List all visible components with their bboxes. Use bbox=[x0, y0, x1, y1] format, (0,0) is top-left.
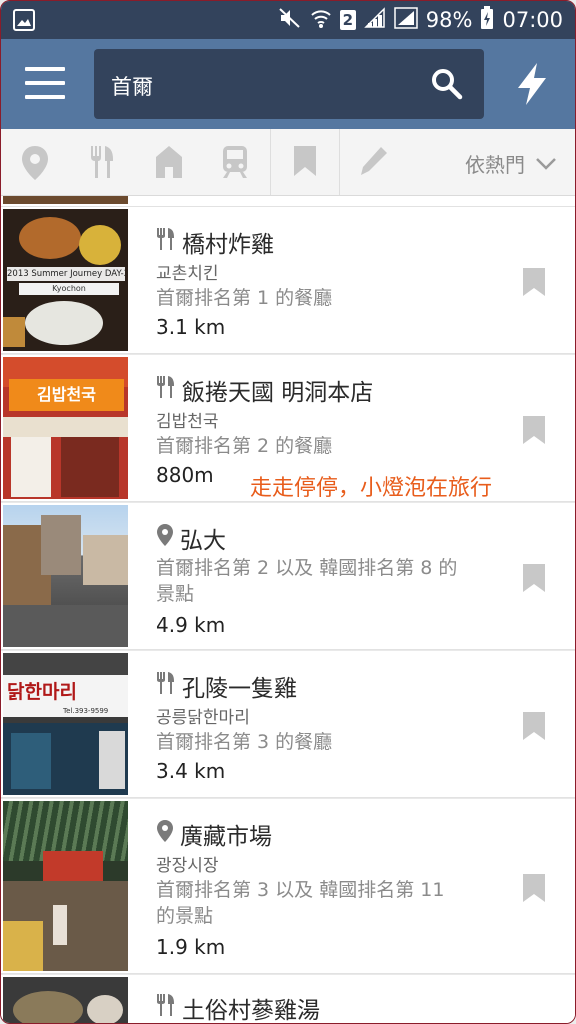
thumbnail-image: 2013 Summer Journey DAY-2 Kyochon bbox=[3, 209, 128, 351]
item-subtitle: 김밥천국 bbox=[156, 412, 219, 432]
search-icon[interactable] bbox=[430, 67, 464, 105]
hotel-filter-icon[interactable] bbox=[155, 145, 183, 183]
item-title-text: 廣藏市場 bbox=[180, 824, 272, 850]
battery-charging-icon bbox=[480, 5, 494, 35]
lightning-bolt-icon[interactable] bbox=[515, 63, 549, 109]
item-title-text: 弘大 bbox=[180, 528, 226, 554]
watermark-text: 走走停停，小燈泡在旅行 bbox=[250, 476, 493, 501]
list-item-partial-top bbox=[1, 196, 575, 207]
item-title: 橋村炸雞 bbox=[156, 225, 274, 259]
thumbnail-tel: Tel.393-9599 bbox=[63, 707, 109, 715]
item-distance: 4.9 km bbox=[156, 613, 226, 637]
item-title: 弘大 bbox=[156, 521, 226, 555]
item-title: 土俗村蔘雞湯 bbox=[156, 991, 320, 1024]
fork-knife-filter-icon[interactable] bbox=[89, 145, 115, 183]
thumbnail-image bbox=[3, 977, 128, 1023]
list-item-kyochon[interactable]: 2013 Summer Journey DAY-2 Kyochon 橋村炸雞 교… bbox=[1, 207, 575, 354]
fork-knife-icon bbox=[156, 375, 176, 405]
item-rank: 首爾排名第 3 以及 韓國排名第 11 的景點 bbox=[156, 879, 445, 927]
menu-button[interactable] bbox=[25, 67, 65, 101]
item-title-text: 孔陵一隻雞 bbox=[182, 676, 297, 702]
fork-knife-icon bbox=[156, 671, 176, 701]
gallery-notification-icon bbox=[13, 9, 35, 35]
map-pin-icon bbox=[156, 523, 174, 553]
bookmark-icon[interactable] bbox=[522, 415, 546, 449]
bookmark-icon[interactable] bbox=[522, 873, 546, 907]
map-pin-filter-icon[interactable] bbox=[21, 145, 49, 185]
hamburger-menu-icon bbox=[25, 67, 65, 71]
search-input[interactable]: 首爾 bbox=[94, 49, 484, 119]
item-subtitle: 광장시장 bbox=[156, 856, 219, 876]
bookmark-filter-icon[interactable] bbox=[293, 145, 317, 181]
signal-icon-2 bbox=[394, 6, 418, 34]
item-title: 孔陵一隻雞 bbox=[156, 669, 297, 703]
bookmark-icon[interactable] bbox=[522, 563, 546, 597]
filter-bar: 依熱門 bbox=[1, 129, 575, 196]
wifi-icon bbox=[310, 7, 332, 34]
filter-divider bbox=[270, 129, 271, 195]
item-subtitle: 공릉닭한마리 bbox=[156, 708, 250, 728]
sort-label: 依熱門 bbox=[465, 153, 525, 177]
item-title-text: 橋村炸雞 bbox=[182, 232, 274, 258]
item-distance: 3.4 km bbox=[156, 759, 226, 783]
filter-divider bbox=[339, 129, 340, 195]
item-distance: 1.9 km bbox=[156, 935, 226, 959]
pencil-edit-icon[interactable] bbox=[359, 145, 389, 181]
item-title-text: 土俗村蔘雞湯 bbox=[182, 998, 320, 1024]
list-item-tosokchon[interactable]: 土俗村蔘雞湯 bbox=[1, 975, 575, 1024]
app-bar: 首爾 bbox=[1, 39, 575, 129]
item-subtitle: 교촌치킨 bbox=[156, 264, 219, 284]
signal-icon bbox=[363, 6, 386, 34]
thumbnail-sign: Kyochon bbox=[19, 283, 119, 295]
bookmark-icon[interactable] bbox=[522, 267, 546, 301]
thumbnail-image: 김밥천국 bbox=[3, 357, 128, 499]
item-title: 飯捲天國 明洞本店 bbox=[156, 373, 373, 407]
item-title: 廣藏市場 bbox=[156, 817, 272, 851]
list-item-gwangjang-market[interactable]: 廣藏市場 광장시장 首爾排名第 3 以及 韓國排名第 11 的景點 1.9 km bbox=[1, 799, 575, 974]
item-rank: 首爾排名第 3 的餐廳 bbox=[156, 731, 333, 753]
item-rank: 首爾排名第 2 以及 韓國排名第 8 的景點 bbox=[156, 557, 458, 605]
mute-icon bbox=[278, 7, 302, 34]
item-rank: 首爾排名第 1 的餐廳 bbox=[156, 287, 333, 309]
map-pin-icon bbox=[156, 819, 174, 849]
fork-knife-icon bbox=[156, 993, 176, 1023]
bookmark-icon[interactable] bbox=[522, 711, 546, 745]
thumbnail-image bbox=[3, 505, 128, 647]
status-bar: 2 98% 07:00 bbox=[1, 1, 575, 39]
thumbnail-caption: 2013 Summer Journey DAY-2 bbox=[7, 267, 125, 281]
thumbnail-image bbox=[3, 801, 128, 971]
item-distance: 3.1 km bbox=[156, 315, 226, 339]
thumbnail-sign: 김밥천국 bbox=[9, 379, 124, 411]
fork-knife-icon bbox=[156, 227, 176, 257]
phone-frame: 2 98% 07:00 首爾 依熱門 2013 Summer Journey D… bbox=[0, 0, 576, 1024]
search-query: 首爾 bbox=[111, 75, 153, 99]
clock: 07:00 bbox=[502, 8, 563, 32]
thumbnail-image: 닭한마리 Tel.393-9599 bbox=[3, 653, 128, 795]
list-item-hongdae[interactable]: 弘大 首爾排名第 2 以及 韓國排名第 8 的景點 4.9 km bbox=[1, 503, 575, 650]
sim-slot-badge: 2 bbox=[339, 10, 356, 30]
chevron-down-icon bbox=[535, 152, 557, 176]
battery-percent: 98% bbox=[425, 8, 473, 32]
item-distance: 880m bbox=[156, 463, 214, 487]
list-item-gongneung[interactable]: 닭한마리 Tel.393-9599 孔陵一隻雞 공릉닭한마리 首爾排名第 3 的… bbox=[1, 651, 575, 798]
train-filter-icon[interactable] bbox=[221, 145, 249, 183]
item-rank: 首爾排名第 2 的餐廳 bbox=[156, 435, 333, 457]
item-title-text: 飯捲天國 明洞本店 bbox=[182, 380, 374, 406]
sort-dropdown[interactable]: 依熱門 bbox=[465, 149, 557, 178]
